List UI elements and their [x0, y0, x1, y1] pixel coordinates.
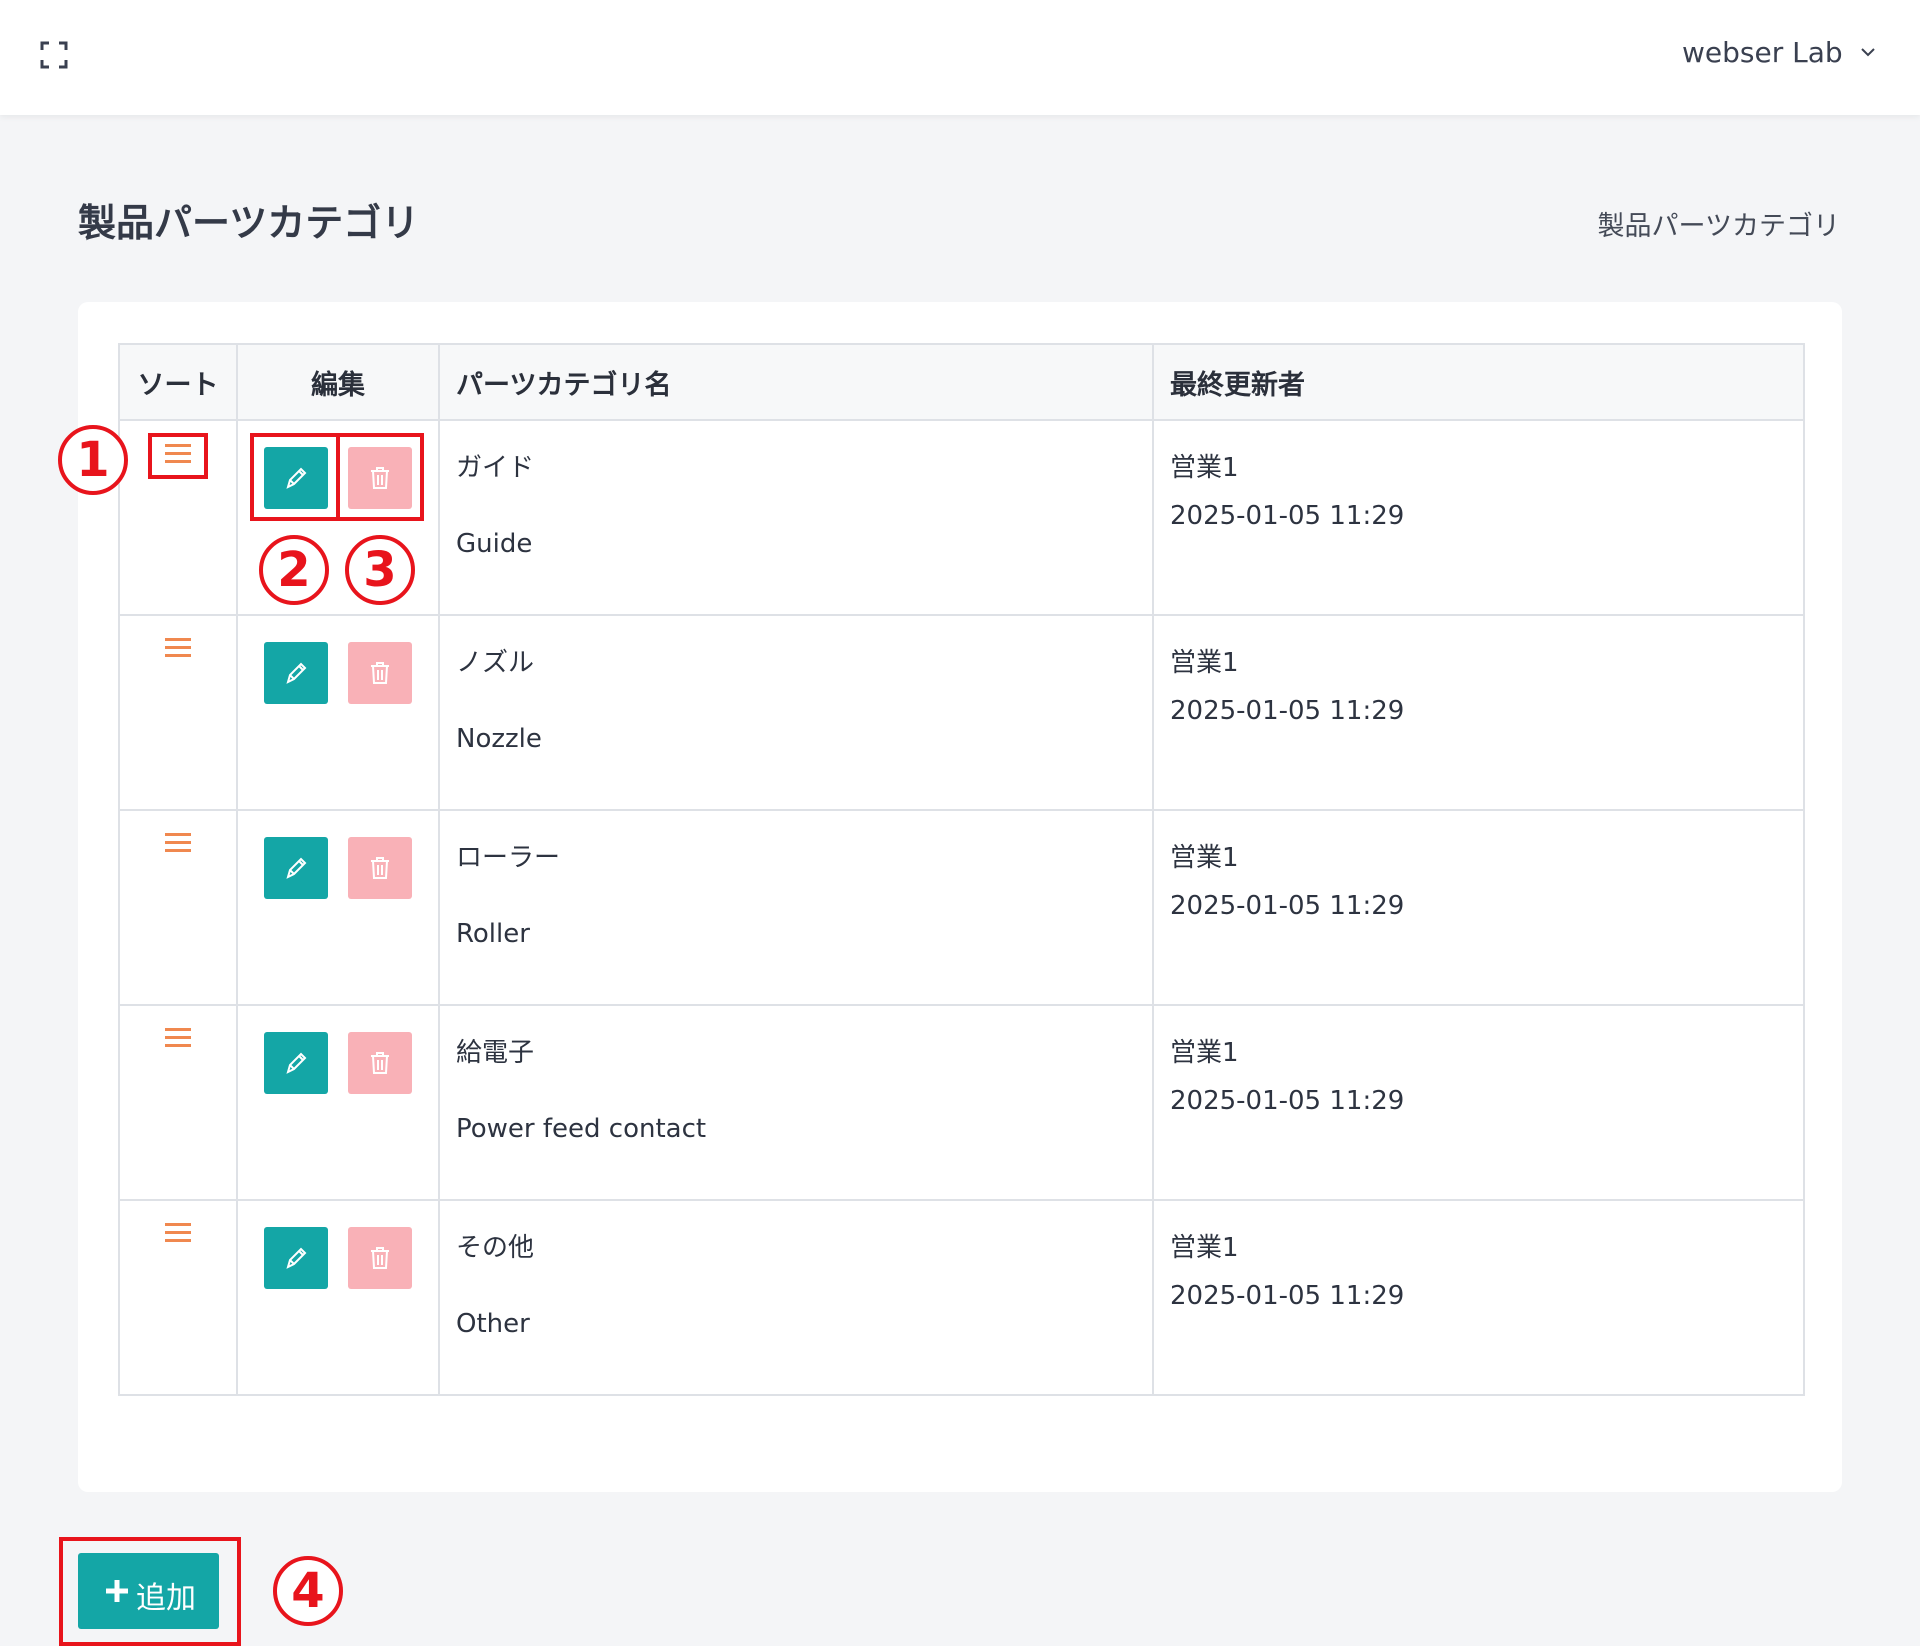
updated-cell: 営業1 2025-01-05 11:29 [1152, 419, 1805, 616]
edit-highlight-box [250, 433, 340, 521]
chevron-down-icon[interactable] [1860, 46, 1876, 58]
annotation-marker-1: 1 [58, 425, 128, 495]
updated-cell: 営業1 2025-01-05 11:29 [1152, 1004, 1805, 1201]
updated-cell: 営業1 2025-01-05 11:29 [1152, 614, 1805, 811]
pencil-icon [286, 1052, 307, 1074]
trash-icon [371, 662, 389, 684]
top-bar: webser Lab [0, 0, 1920, 115]
delete-button[interactable] [348, 642, 412, 704]
name-cell: 給電子 Power feed contact [438, 1004, 1154, 1201]
sort-cell [118, 809, 238, 1006]
sort-cell [118, 614, 238, 811]
category-name-ja: 給電子 [456, 1038, 535, 1068]
pencil-icon [286, 857, 307, 879]
sort-cell [118, 1004, 238, 1201]
edit-cell [236, 809, 440, 1006]
updated-by-user: 営業1 [1170, 1038, 1239, 1068]
trash-icon [371, 1052, 389, 1074]
updated-cell: 営業1 2025-01-05 11:29 [1152, 809, 1805, 1006]
edit-button[interactable] [264, 642, 328, 704]
pencil-icon [286, 662, 307, 684]
column-header-edit: 編集 [236, 343, 440, 421]
trash-icon [371, 1247, 389, 1269]
expand-icon[interactable] [40, 41, 68, 69]
updated-by-user: 営業1 [1170, 453, 1239, 483]
category-name-ja: ガイド [456, 453, 535, 483]
delete-button[interactable] [348, 837, 412, 899]
updated-at: 2025-01-05 11:29 [1170, 891, 1405, 921]
sort-cell [118, 1199, 238, 1396]
annotation-marker-2: 2 [259, 535, 329, 605]
table-row: ノズル Nozzle 営業1 2025-01-05 11:29 [118, 614, 1805, 811]
updated-cell: 営業1 2025-01-05 11:29 [1152, 1199, 1805, 1396]
edit-button[interactable] [264, 1227, 328, 1289]
annotation-marker-4: 4 [273, 1556, 343, 1626]
user-menu-name[interactable]: webser Lab [1682, 36, 1843, 69]
category-name-ja: ローラー [456, 843, 561, 873]
delete-highlight-box [336, 433, 424, 521]
delete-button[interactable] [348, 1227, 412, 1289]
drag-handle-icon[interactable] [148, 433, 208, 479]
category-table: ソート 編集 パーツカテゴリ名 最終更新者 ガイド Guide 営業1 2025… [118, 343, 1805, 1396]
column-header-sort: ソート [118, 343, 238, 421]
updated-at: 2025-01-05 11:29 [1170, 696, 1405, 726]
updated-at: 2025-01-05 11:29 [1170, 1086, 1405, 1116]
trash-icon [371, 857, 389, 879]
sort-cell [118, 419, 238, 616]
annotation-marker-3: 3 [345, 535, 415, 605]
category-name-ja: その他 [456, 1233, 535, 1263]
category-name-en: Guide [456, 529, 533, 559]
name-cell: ガイド Guide [438, 419, 1154, 616]
delete-button[interactable] [348, 1032, 412, 1094]
breadcrumb[interactable]: 製品パーツカテゴリ [1598, 204, 1840, 243]
category-name-ja: ノズル [456, 648, 535, 678]
updated-by-user: 営業1 [1170, 648, 1239, 678]
table-header-row: ソート 編集 パーツカテゴリ名 最終更新者 [118, 343, 1805, 421]
updated-at: 2025-01-05 11:29 [1170, 501, 1405, 531]
drag-handle-icon[interactable] [148, 823, 208, 869]
drag-handle-icon[interactable] [148, 1018, 208, 1064]
pencil-icon [286, 1247, 307, 1269]
edit-cell [236, 1004, 440, 1201]
add-highlight-box [59, 1537, 241, 1646]
drag-handle-icon[interactable] [148, 628, 208, 674]
category-card: ソート 編集 パーツカテゴリ名 最終更新者 ガイド Guide 営業1 2025… [78, 302, 1842, 1492]
drag-handle-icon[interactable] [148, 1213, 208, 1259]
name-cell: ローラー Roller [438, 809, 1154, 1006]
category-name-en: Other [456, 1309, 530, 1339]
column-header-name: パーツカテゴリ名 [438, 343, 1154, 421]
edit-cell [236, 614, 440, 811]
table-row: 給電子 Power feed contact 営業1 2025-01-05 11… [118, 1004, 1805, 1201]
edit-cell [236, 1199, 440, 1396]
category-name-en: Power feed contact [456, 1114, 707, 1144]
name-cell: その他 Other [438, 1199, 1154, 1396]
updated-by-user: 営業1 [1170, 843, 1239, 873]
table-row: ローラー Roller 営業1 2025-01-05 11:29 [118, 809, 1805, 1006]
column-header-updated-by: 最終更新者 [1152, 343, 1805, 421]
table-row: その他 Other 営業1 2025-01-05 11:29 [118, 1199, 1805, 1396]
edit-button[interactable] [264, 837, 328, 899]
name-cell: ノズル Nozzle [438, 614, 1154, 811]
page-title: 製品パーツカテゴリ [78, 201, 420, 245]
edit-button[interactable] [264, 1032, 328, 1094]
updated-at: 2025-01-05 11:29 [1170, 1281, 1405, 1311]
updated-by-user: 営業1 [1170, 1233, 1239, 1263]
category-name-en: Roller [456, 919, 530, 949]
category-name-en: Nozzle [456, 724, 542, 754]
